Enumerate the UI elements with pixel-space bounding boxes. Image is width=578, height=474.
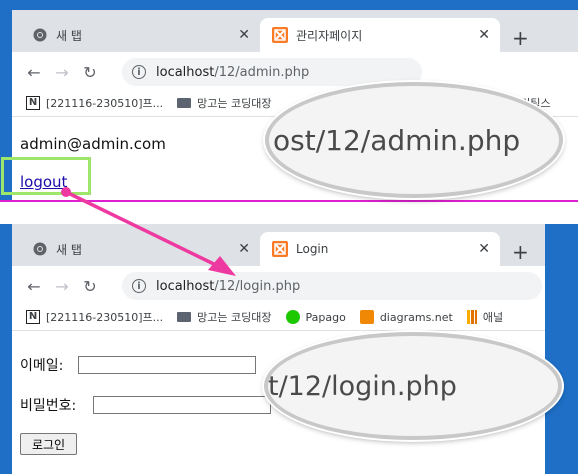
monitor-icon [177, 312, 192, 322]
bookmark-notion[interactable]: N [221116-230510]프... [26, 95, 163, 111]
highlight-box [1, 157, 91, 195]
chrome-icon [32, 27, 48, 43]
close-tab-icon[interactable]: ✕ [478, 27, 490, 43]
info-icon[interactable]: i [132, 65, 146, 79]
tab-admin[interactable]: 관리자페이지 ✕ [260, 18, 500, 52]
nav-bar: ← → ↻ i localhost/12/login.php [12, 266, 545, 306]
login-button[interactable]: 로그인 [20, 433, 77, 455]
forward-icon[interactable]: → [48, 63, 76, 82]
gap-area [0, 202, 578, 224]
tab-label: Login [296, 242, 329, 256]
tab-label: 새 탭 [56, 28, 82, 43]
password-label: 비밀번호: [20, 398, 77, 414]
tab-new-tab[interactable]: 새 탭 ✕ [20, 18, 260, 52]
close-tab-icon[interactable]: ✕ [238, 27, 250, 43]
bookmark-diagrams[interactable]: diagrams.net [359, 310, 453, 324]
info-icon[interactable]: i [132, 279, 146, 293]
email-field[interactable] [78, 356, 256, 374]
reload-icon[interactable]: ↻ [76, 277, 104, 296]
analytics-icon [466, 310, 477, 324]
back-icon[interactable]: ← [20, 277, 48, 296]
url-host: localhost [156, 278, 215, 294]
notion-icon: N [26, 310, 40, 324]
new-tab-icon[interactable]: + [512, 240, 529, 264]
address-bar[interactable]: i localhost/12/login.php [122, 272, 542, 300]
bookmark-mango[interactable]: 망고는 코딩대장 [177, 309, 272, 325]
notion-icon: N [26, 96, 40, 110]
xampp-icon [272, 27, 288, 43]
tab-login[interactable]: Login ✕ [260, 232, 500, 266]
url-path: /12/admin.php [214, 64, 310, 80]
tab-new-tab[interactable]: 새 탭 ✕ [20, 232, 260, 266]
bookmark-analytics[interactable]: 애널 [466, 309, 503, 325]
password-field[interactable] [93, 396, 271, 414]
tab-strip: 새 탭 ✕ 관리자페이지 ✕ + [12, 10, 578, 52]
user-email: admin@admin.com [20, 135, 166, 153]
xampp-icon [272, 241, 288, 257]
tab-label: 새 탭 [56, 242, 82, 257]
papago-icon [285, 310, 300, 324]
bookmarks-bar: N [221116-230510]프... 망고는 코딩대장 Papago di… [12, 306, 545, 328]
url-path: /12/login.php [214, 278, 301, 294]
bookmark-mango[interactable]: 망고는 코딩대장 [177, 95, 272, 111]
bookmark-notion[interactable]: N [221116-230510]프... [26, 309, 163, 325]
diagrams-icon [359, 310, 374, 324]
close-tab-icon[interactable]: ✕ [238, 241, 250, 257]
magnifier-text: t/12/login.php [268, 370, 457, 402]
address-bar[interactable]: i localhost/12/admin.php [122, 58, 422, 86]
reload-icon[interactable]: ↻ [76, 63, 104, 82]
url-host: localhost [156, 64, 215, 80]
new-tab-icon[interactable]: + [512, 26, 529, 50]
email-label: 이메일: [20, 358, 64, 374]
url-magnifier-login: t/12/login.php [264, 332, 562, 440]
close-tab-icon[interactable]: ✕ [478, 241, 490, 257]
magnifier-text: ost/12/admin.php [273, 123, 521, 157]
forward-icon[interactable]: → [48, 277, 76, 296]
tab-label: 관리자페이지 [296, 28, 363, 43]
chrome-icon [32, 241, 48, 257]
nav-bar: ← → ↻ i localhost/12/admin.php [12, 52, 578, 92]
monitor-icon [177, 98, 192, 108]
url-magnifier-admin: ost/12/admin.php [265, 82, 563, 198]
tab-strip: 새 탭 ✕ Login ✕ + [12, 224, 545, 266]
back-icon[interactable]: ← [20, 63, 48, 82]
bookmark-papago[interactable]: Papago [285, 310, 346, 324]
